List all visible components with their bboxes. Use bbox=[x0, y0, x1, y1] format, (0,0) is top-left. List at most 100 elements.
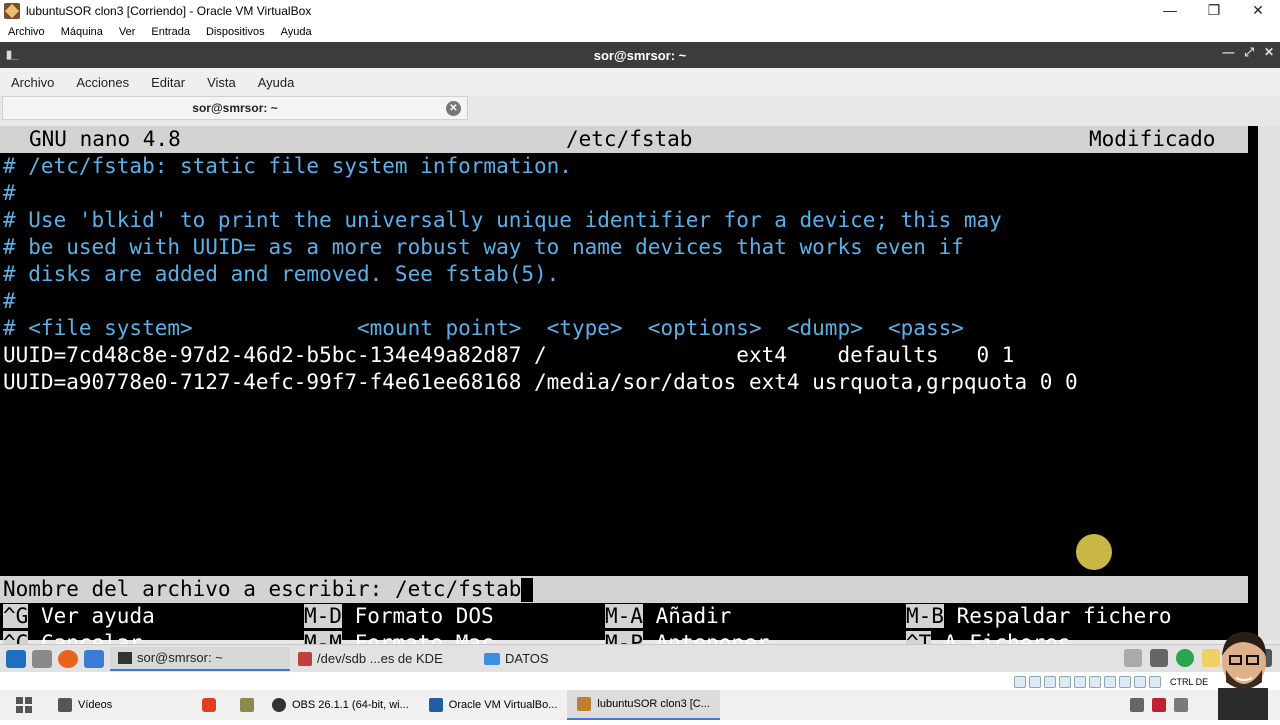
terminal-menu-ayuda[interactable]: Ayuda bbox=[258, 75, 295, 90]
terminal-window-title: sor@smrsor: ~ bbox=[593, 47, 687, 63]
shortcut-key: M-B bbox=[906, 604, 944, 628]
host-task-label: Oracle VM VirtualBo... bbox=[448, 699, 558, 711]
vm-icon bbox=[577, 697, 592, 711]
close-icon[interactable]: ✕ bbox=[1236, 0, 1280, 22]
text-cursor bbox=[521, 578, 534, 602]
terminal-minimize-icon[interactable]: — bbox=[1222, 45, 1234, 60]
file-line: UUID=7cd48c8e-97d2-46d2-b5bc-134e49a82d8… bbox=[3, 343, 1015, 367]
shortcut-key: M-A bbox=[605, 604, 643, 628]
host-title-bar: lubuntuSOR clon3 [Corriendo] - Oracle VM… bbox=[0, 0, 1280, 22]
shortcut-label: Formato DOS bbox=[354, 604, 494, 628]
firefox-icon[interactable] bbox=[58, 649, 78, 668]
save-prompt[interactable]: Nombre del archivo a escribir: /etc/fsta… bbox=[0, 576, 1248, 603]
recording-icon[interactable] bbox=[1119, 676, 1131, 688]
host-taskbar: Vídeos OBS 26.1.1 (64-bit, wi... Oracle … bbox=[0, 690, 1280, 720]
folder-icon bbox=[484, 652, 500, 665]
virtualbox-task-icon bbox=[428, 698, 443, 712]
host-menu-ayuda[interactable]: Ayuda bbox=[281, 26, 312, 38]
terminal-app-icon[interactable]: ▮_ bbox=[6, 48, 18, 61]
network-adapter-icon[interactable] bbox=[1059, 676, 1071, 688]
shortcut-dos-format[interactable]: M-D Formato DOS bbox=[304, 603, 494, 630]
cpu-icon[interactable] bbox=[1134, 676, 1146, 688]
terminal-maximize-icon[interactable]: ⤢ bbox=[1244, 45, 1254, 60]
tab-close-icon[interactable]: ✕ bbox=[446, 101, 461, 116]
restore-icon[interactable]: ❐ bbox=[1192, 0, 1236, 22]
guest-task-datos[interactable]: DATOS bbox=[476, 647, 557, 671]
guest-task-kde[interactable]: /dev/sdb ...es de KDE bbox=[290, 647, 476, 671]
host-menu-dispositivos[interactable]: Dispositivos bbox=[206, 26, 265, 38]
lubuntu-menu-icon[interactable] bbox=[6, 649, 26, 668]
host-task-videos[interactable]: Vídeos bbox=[48, 690, 198, 720]
terminal-scrollbar[interactable] bbox=[1258, 126, 1280, 640]
host-task-label: OBS 26.1.1 (64-bit, wi... bbox=[292, 699, 409, 711]
notepad-icon[interactable] bbox=[240, 698, 254, 712]
host-task-label: Vídeos bbox=[78, 699, 113, 711]
shortcut-key: ^G bbox=[3, 604, 29, 628]
terminal-close-icon[interactable]: ✕ bbox=[1264, 45, 1274, 60]
terminal-title-bar: ▮_ sor@smrsor: ~ — ⤢ ✕ bbox=[0, 42, 1280, 68]
nano-filename: /etc/fstab bbox=[566, 127, 693, 151]
shared-folders-icon[interactable] bbox=[1089, 676, 1101, 688]
streamer-avatar bbox=[1204, 626, 1280, 720]
volume-icon[interactable] bbox=[1150, 649, 1168, 667]
nano-version: GNU nano 4.8 bbox=[29, 127, 181, 151]
nano-header: GNU nano 4.8 /etc/fstab Modificado bbox=[0, 126, 1248, 153]
shortcut-label: Ver ayuda bbox=[40, 604, 155, 628]
host-menu-ver[interactable]: Ver bbox=[119, 26, 136, 38]
host-window-title: lubuntuSOR clon3 [Corriendo] - Oracle VM… bbox=[26, 4, 312, 18]
file-line: # /etc/fstab: static file system informa… bbox=[3, 154, 572, 178]
shortcut-key: M-D bbox=[304, 604, 342, 628]
file-line: # bbox=[3, 181, 16, 205]
mega-icon[interactable] bbox=[1152, 698, 1166, 712]
show-desktop-icon[interactable] bbox=[32, 649, 52, 668]
terminal-menu-vista[interactable]: Vista bbox=[207, 75, 236, 90]
optical-icon[interactable] bbox=[1029, 676, 1041, 688]
terminal-menu-acciones[interactable]: Acciones bbox=[76, 75, 129, 90]
terminal-menu-archivo[interactable]: Archivo bbox=[11, 75, 54, 90]
hdd-icon[interactable] bbox=[1014, 676, 1026, 688]
shortcut-backup[interactable]: M-B Respaldar fichero bbox=[906, 603, 1172, 630]
minimize-icon[interactable]: — bbox=[1148, 0, 1192, 22]
guest-desktop: ▮_ sor@smrsor: ~ — ⤢ ✕ Archivo Acciones … bbox=[0, 42, 1280, 655]
host-menu-bar: Archivo Máquina Ver Entrada Dispositivos… bbox=[0, 22, 1280, 42]
tray-icon[interactable] bbox=[1174, 698, 1188, 712]
brave-icon[interactable] bbox=[202, 698, 216, 712]
microphone-icon[interactable] bbox=[1130, 698, 1144, 712]
host-task-obs[interactable]: OBS 26.1.1 (64-bit, wi... bbox=[262, 690, 419, 720]
clipboard-icon[interactable] bbox=[1124, 649, 1142, 667]
save-filename-input[interactable]: /etc/fstab bbox=[395, 577, 521, 601]
host-task-virtualbox[interactable]: Oracle VM VirtualBo... bbox=[419, 690, 568, 720]
shortcut-append[interactable]: M-A Añadir bbox=[605, 603, 731, 630]
host-menu-archivo[interactable]: Archivo bbox=[8, 26, 45, 38]
file-line: # be used with UUID= as a more robust wa… bbox=[3, 235, 964, 259]
host-menu-maquina[interactable]: Máquina bbox=[61, 26, 103, 38]
guest-taskbar: sor@smrsor: ~ /dev/sdb ...es de KDE DATO… bbox=[0, 644, 1280, 672]
start-icon[interactable] bbox=[0, 690, 48, 720]
host-key-label: CTRL DE bbox=[1170, 677, 1209, 687]
host-tray bbox=[1130, 698, 1188, 712]
usb-icon[interactable] bbox=[1074, 676, 1086, 688]
guest-task-terminal[interactable]: sor@smrsor: ~ bbox=[110, 646, 290, 671]
terminal-tab-label: sor@smrsor: ~ bbox=[192, 101, 278, 115]
file-line: # bbox=[3, 289, 16, 313]
host-menu-entrada[interactable]: Entrada bbox=[151, 26, 190, 38]
display-icon[interactable] bbox=[1104, 676, 1116, 688]
shortcut-label: Añadir bbox=[655, 604, 732, 628]
shortcut-help[interactable]: ^G Ver ayuda bbox=[3, 603, 155, 630]
file-line: # disks are added and removed. See fstab… bbox=[3, 262, 560, 286]
mouse-integration-icon[interactable] bbox=[1149, 676, 1161, 688]
audio-icon[interactable] bbox=[1044, 676, 1056, 688]
terminal-tab-bar: sor@smrsor: ~ ✕ bbox=[0, 96, 1280, 122]
terminal-tab[interactable]: sor@smrsor: ~ ✕ bbox=[2, 96, 468, 120]
host-task-lubuntu[interactable]: lubuntuSOR clon3 [C... bbox=[567, 690, 720, 720]
video-file-icon bbox=[58, 698, 72, 712]
mouse-highlight bbox=[1076, 534, 1112, 570]
guest-task-label: /dev/sdb ...es de KDE bbox=[317, 651, 443, 666]
file-manager-icon[interactable] bbox=[84, 649, 104, 668]
terminal-view[interactable]: GNU nano 4.8 /etc/fstab Modificado # /et… bbox=[0, 126, 1258, 655]
network-icon[interactable] bbox=[1176, 649, 1194, 667]
nano-modified-status: Modificado bbox=[1089, 127, 1216, 151]
terminal-icon bbox=[118, 651, 132, 664]
terminal-menu-editar[interactable]: Editar bbox=[151, 75, 185, 90]
save-prompt-label: Nombre del archivo a escribir: bbox=[3, 577, 395, 601]
